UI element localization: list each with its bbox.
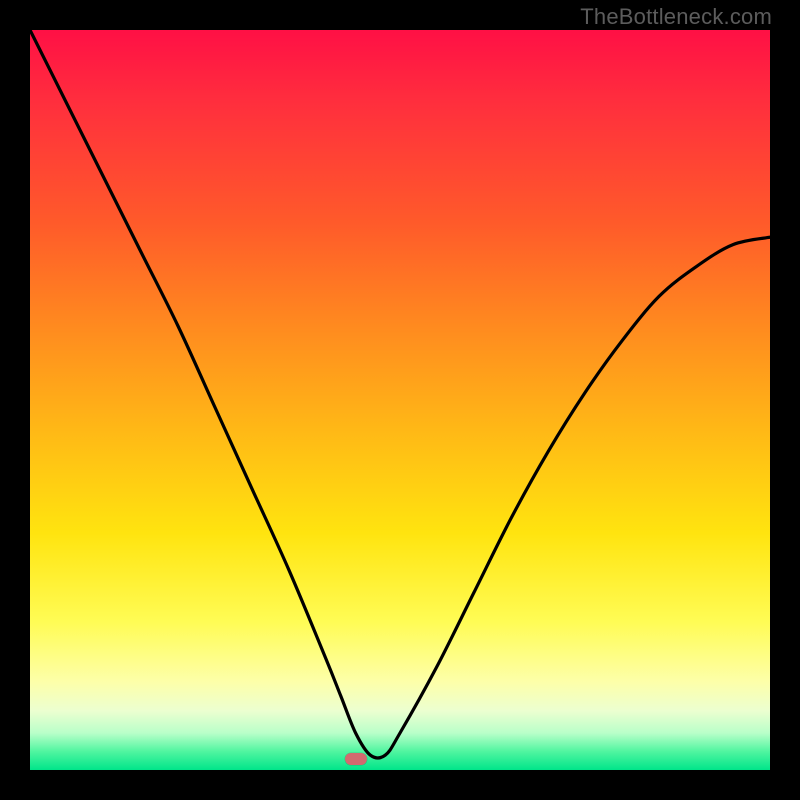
optimum-marker [345,753,367,765]
plot-area [30,30,770,770]
curve-layer [30,30,770,770]
chart-frame: TheBottleneck.com [0,0,800,800]
watermark-text: TheBottleneck.com [580,4,772,30]
bottleneck-curve [30,30,770,758]
